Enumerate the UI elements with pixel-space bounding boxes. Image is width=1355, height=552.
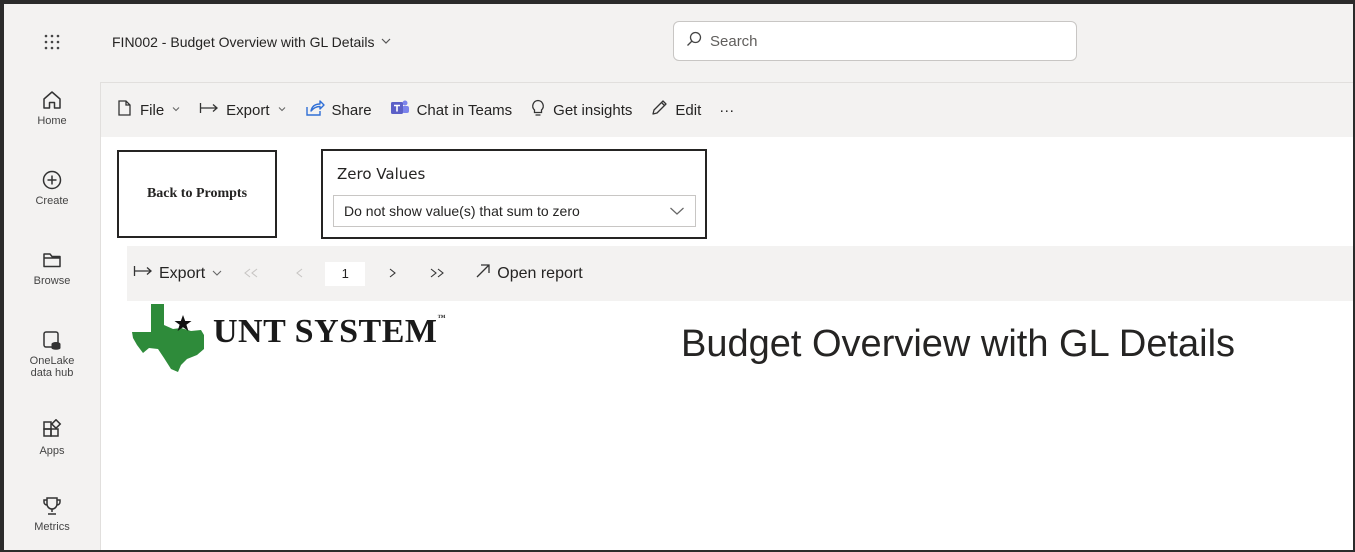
last-page-icon xyxy=(429,265,445,283)
lightbulb-icon xyxy=(530,99,546,121)
chevron-down-icon xyxy=(211,265,223,283)
page-number-input[interactable] xyxy=(325,261,366,286)
nav-onelake[interactable]: OneLake data hub xyxy=(4,328,100,379)
trophy-icon xyxy=(40,494,64,518)
edit-button[interactable]: Edit xyxy=(650,99,701,121)
report-title-dropdown[interactable]: FIN002 - Budget Overview with GL Details xyxy=(112,34,392,50)
open-external-icon xyxy=(475,263,491,284)
file-label: File xyxy=(140,101,165,119)
more-options-button[interactable]: ··· xyxy=(719,102,734,119)
export-menu-button[interactable]: Export xyxy=(199,101,286,119)
plus-circle-icon xyxy=(40,168,64,192)
share-icon xyxy=(305,99,325,121)
previous-page-icon xyxy=(295,265,305,283)
home-icon xyxy=(40,88,64,112)
report-title: FIN002 - Budget Overview with GL Details xyxy=(112,34,375,50)
chevron-down-icon xyxy=(380,34,392,50)
nav-create[interactable]: Create xyxy=(4,168,100,207)
command-bar: File Export Share Chat in Teams Get insi… xyxy=(101,83,1353,137)
nav-browse[interactable]: Browse xyxy=(4,248,100,287)
zero-values-dropdown[interactable]: Do not show value(s) that sum to zero xyxy=(333,195,696,227)
insights-label: Get insights xyxy=(553,101,633,119)
search-input[interactable] xyxy=(710,32,1050,50)
back-to-prompts-button[interactable]: Back to Prompts xyxy=(117,150,277,238)
get-insights-button[interactable]: Get insights xyxy=(530,99,632,121)
chevron-down-icon xyxy=(277,104,287,117)
texas-star-icon xyxy=(131,303,209,378)
chevron-down-icon xyxy=(171,104,181,117)
more-icon: ··· xyxy=(719,101,735,119)
export-icon xyxy=(199,101,219,119)
share-label: Share xyxy=(331,101,372,119)
nav-create-label: Create xyxy=(35,195,69,207)
first-page-icon xyxy=(243,265,259,283)
app-launcher-icon[interactable] xyxy=(34,24,70,60)
teams-icon xyxy=(390,99,410,121)
chat-in-teams-button[interactable]: Chat in Teams xyxy=(390,99,513,121)
dropdown-value: Do not show value(s) that sum to zero xyxy=(344,203,580,219)
edit-label: Edit xyxy=(675,101,702,119)
database-icon xyxy=(40,328,64,352)
nav-browse-label: Browse xyxy=(33,275,71,287)
paginated-report-toolbar: Export 1 Open report xyxy=(127,246,1353,301)
folder-icon xyxy=(40,248,64,272)
left-nav-rail: Home Create Browse OneLake data hub Apps xyxy=(4,4,100,550)
open-report-label: Open report xyxy=(497,264,583,282)
chat-label: Chat in Teams xyxy=(416,101,513,119)
next-page-icon xyxy=(387,265,397,283)
nav-metrics-label: Metrics xyxy=(34,521,70,533)
search-icon xyxy=(686,31,702,52)
pencil-icon xyxy=(650,99,668,121)
file-icon xyxy=(115,99,133,121)
share-button[interactable]: Share xyxy=(305,99,372,121)
zero-values-slicer: Zero Values Do not show value(s) that su… xyxy=(321,149,707,239)
nav-onelake-label: OneLake data hub xyxy=(29,355,75,379)
export-label: Export xyxy=(226,101,270,119)
apps-icon xyxy=(40,418,64,442)
nav-home-label: Home xyxy=(37,115,67,127)
logo-text: UNT SYSTEM™ xyxy=(213,313,446,350)
top-bar: FIN002 - Budget Overview with GL Details xyxy=(100,4,1353,84)
last-page-button[interactable] xyxy=(429,265,445,283)
first-page-button[interactable] xyxy=(243,265,259,283)
previous-page-button[interactable] xyxy=(295,265,305,283)
unt-system-logo: UNT SYSTEM™ xyxy=(131,303,461,378)
search-box[interactable] xyxy=(673,21,1077,61)
nav-apps-label: Apps xyxy=(39,445,65,457)
next-page-button[interactable] xyxy=(387,265,397,283)
app-frame: Home Create Browse OneLake data hub Apps xyxy=(4,4,1353,550)
report-panel: File Export Share Chat in Teams Get insi… xyxy=(100,82,1353,550)
file-menu-button[interactable]: File xyxy=(115,99,181,121)
nav-apps[interactable]: Apps xyxy=(4,418,100,457)
nav-metrics[interactable]: Metrics xyxy=(4,494,100,533)
report-export-label: Export xyxy=(159,264,206,282)
report-export-button[interactable]: Export xyxy=(133,264,223,283)
report-heading: Budget Overview with GL Details xyxy=(681,323,1236,365)
slicer-title: Zero Values xyxy=(337,165,426,183)
nav-home[interactable]: Home xyxy=(4,88,100,127)
export-icon xyxy=(133,264,153,283)
chevron-down-icon xyxy=(669,203,685,219)
open-report-button[interactable]: Open report xyxy=(475,263,583,284)
